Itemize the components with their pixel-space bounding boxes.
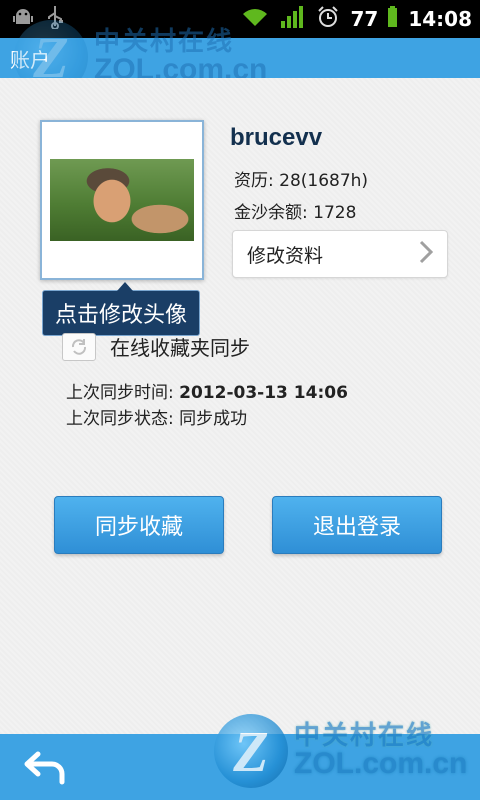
account-content: 点击修改头像 brucevv 资历: 28(1687h) 金沙余额: 1728 …	[0, 78, 480, 734]
watermark-bottom: Z 中关村在线 ZOL.com.cn	[214, 714, 467, 788]
qualification-stat: 资历: 28(1687h)	[234, 171, 369, 191]
gold-balance-stat: 金沙余额: 1728	[234, 203, 357, 223]
last-sync-status-label: 上次同步状态:	[66, 409, 180, 429]
watermark-en: ZOL.com.cn	[294, 747, 468, 780]
zol-logo-icon: Z	[214, 714, 288, 788]
avatar-photo	[50, 130, 194, 270]
logout-button[interactable]: 退出登录	[272, 496, 442, 554]
battery-level: 77	[350, 7, 379, 31]
chevron-right-icon	[419, 240, 434, 269]
sync-checkbox-label: 在线收藏夹同步	[110, 336, 250, 360]
watermark-cn: 中关村在线	[294, 721, 435, 751]
last-sync-status: 上次同步状态: 同步成功	[66, 404, 247, 429]
last-sync-time-value: 2012-03-13 14:06	[179, 383, 348, 403]
last-sync-time-label: 上次同步时间:	[66, 383, 180, 403]
alarm-icon	[316, 5, 340, 34]
sync-option-row[interactable]: 在线收藏夹同步	[62, 332, 250, 361]
last-sync-time: 上次同步时间: 2012-03-13 14:06	[66, 378, 348, 403]
sync-refresh-icon	[71, 338, 87, 355]
username: brucevv	[230, 124, 323, 151]
sync-checkbox[interactable]	[62, 332, 96, 361]
watermark-cn: 中关村在线	[94, 27, 235, 57]
back-arrow-icon	[24, 751, 65, 785]
back-button[interactable]	[22, 748, 70, 788]
signal-icon	[280, 5, 306, 34]
edit-profile-label: 修改资料	[247, 244, 324, 267]
last-sync-status-value: 同步成功	[179, 409, 248, 429]
avatar-tooltip: 点击修改头像	[42, 282, 201, 336]
avatar[interactable]	[40, 120, 204, 280]
avatar-image	[50, 159, 194, 241]
edit-profile-button[interactable]: 修改资料	[232, 230, 448, 278]
status-time: 14:08	[408, 7, 472, 31]
battery-icon	[388, 5, 398, 33]
sync-favorites-button[interactable]: 同步收藏	[54, 496, 224, 554]
